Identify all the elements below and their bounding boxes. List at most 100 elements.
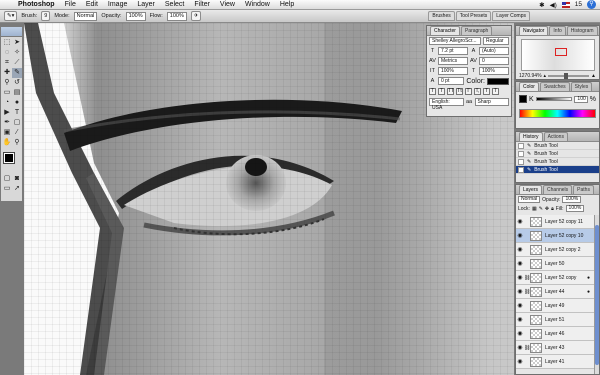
visibility-eye-icon[interactable]: ◉ xyxy=(516,344,524,351)
foreground-color-swatch[interactable] xyxy=(3,152,15,164)
healing-brush-icon[interactable]: ✚ xyxy=(2,68,12,78)
zoom-in-icon[interactable]: ▲ xyxy=(591,73,596,79)
flow-field[interactable]: 100% xyxy=(166,11,187,21)
menu-file[interactable]: File xyxy=(61,0,82,10)
screen-mode-icon[interactable]: ▭ xyxy=(2,184,12,194)
horizontal-scale-field[interactable]: 100% xyxy=(479,67,509,75)
spotlight-icon[interactable]: ⚲ xyxy=(587,0,596,9)
vertical-scale-field[interactable]: 100% xyxy=(438,67,468,75)
tab-paragraph[interactable]: Paragraph xyxy=(460,26,493,35)
visibility-eye-icon[interactable]: ◉ xyxy=(516,274,524,281)
brush-picker[interactable]: 9 xyxy=(41,11,51,21)
style-underline[interactable]: T xyxy=(483,88,490,95)
type-tool-icon[interactable]: T xyxy=(12,108,22,118)
kerning-field[interactable]: Metrics xyxy=(438,57,468,65)
tools-header[interactable] xyxy=(1,27,22,37)
layer-row[interactable]: ◉ Layer 49 xyxy=(516,299,594,313)
navigator-view-box[interactable] xyxy=(554,48,567,56)
navigator-thumbnail[interactable] xyxy=(520,39,595,71)
well-tab-tool-presets[interactable]: Tool Presets xyxy=(455,11,492,21)
history-brush-icon[interactable]: ↺ xyxy=(12,78,22,88)
layer-row[interactable]: ◉ Layer 51 xyxy=(516,313,594,327)
blur-tool-icon[interactable]: ◔ xyxy=(2,98,12,108)
text-color-swatch[interactable] xyxy=(487,77,509,85)
font-size-field[interactable]: 7.2 pt xyxy=(438,47,468,55)
antialias-select[interactable]: Sharp xyxy=(474,98,509,106)
lock-position-icon[interactable]: ✥ xyxy=(545,206,549,212)
tab-color[interactable]: Color xyxy=(519,82,539,91)
leading-field[interactable]: (Auto) xyxy=(479,47,509,55)
history-item[interactable]: ✎ Brush Tool xyxy=(516,158,599,166)
mode-select[interactable]: Normal xyxy=(73,11,98,21)
menu-select[interactable]: Select xyxy=(161,0,190,10)
tab-layers[interactable]: Layers xyxy=(519,185,543,194)
volume-icon[interactable]: ◀) xyxy=(550,1,557,9)
layers-scroll-thumb[interactable] xyxy=(595,225,599,365)
tab-actions[interactable]: Actions xyxy=(543,132,568,141)
menu-window[interactable]: Window xyxy=(241,0,276,10)
tab-character[interactable]: Character xyxy=(430,26,460,35)
airbrush-icon[interactable]: ✈ xyxy=(190,11,202,21)
layer-row[interactable]: ◉ Layer 52 copy 2 xyxy=(516,243,594,257)
layer-row[interactable]: ◉ Layer 46 xyxy=(516,327,594,341)
lasso-tool-icon[interactable]: ◌ xyxy=(2,48,12,58)
menu-edit[interactable]: Edit xyxy=(82,0,104,10)
pen-tool-icon[interactable]: ✒ xyxy=(2,118,12,128)
zoom-tool-icon[interactable]: ⚲ xyxy=(12,138,22,148)
layer-style-icon[interactable]: ● xyxy=(587,275,594,281)
visibility-eye-icon[interactable]: ◉ xyxy=(516,246,524,253)
font-family-select[interactable]: Shelley AllegroScr... xyxy=(429,37,481,45)
imageready-icon[interactable]: ➚ xyxy=(12,184,22,194)
tab-histogram[interactable]: Histogram xyxy=(566,26,598,35)
menu-badge[interactable]: 15 xyxy=(575,1,582,8)
menu-view[interactable]: View xyxy=(216,0,241,10)
eraser-icon[interactable]: ▭ xyxy=(2,88,12,98)
tracking-field[interactable]: 0 xyxy=(479,57,509,65)
layer-row[interactable]: ◉ Layer 41 xyxy=(516,355,594,369)
lock-all-icon[interactable]: 🔒︎ xyxy=(551,206,554,212)
visibility-eye-icon[interactable]: ◉ xyxy=(516,358,524,365)
channel-value[interactable]: 100 xyxy=(573,95,588,103)
visibility-eye-icon[interactable]: ◉ xyxy=(516,260,524,267)
style-subscript[interactable]: T, xyxy=(474,88,481,95)
history-item-current[interactable]: ✎ Brush Tool xyxy=(516,166,599,174)
tab-paths[interactable]: Paths xyxy=(573,185,594,194)
tab-swatches[interactable]: Swatches xyxy=(539,82,570,91)
lock-image-icon[interactable]: ✎ xyxy=(539,206,543,212)
channel-slider[interactable] xyxy=(535,97,572,101)
clone-stamp-icon[interactable]: ⚲ xyxy=(2,78,12,88)
style-all-caps[interactable]: TT xyxy=(447,88,454,95)
well-tab-brushes[interactable]: Brushes xyxy=(428,11,455,21)
slice-tool-icon[interactable]: ⟋ xyxy=(12,58,22,68)
tab-info[interactable]: Info xyxy=(549,26,566,35)
input-flag-icon[interactable] xyxy=(561,1,570,8)
magic-wand-icon[interactable]: ✧ xyxy=(12,48,22,58)
move-tool-icon[interactable]: ➤ xyxy=(12,38,22,48)
menu-help[interactable]: Help xyxy=(276,0,300,10)
color-spectrum-ramp[interactable] xyxy=(519,109,596,118)
blend-mode-select[interactable]: Normal xyxy=(518,196,541,203)
language-select[interactable]: English: USA xyxy=(429,98,464,111)
tab-styles[interactable]: Styles xyxy=(570,82,593,91)
color-chip[interactable] xyxy=(519,95,527,103)
menu-filter[interactable]: Filter xyxy=(190,0,216,10)
layer-row-selected[interactable]: ◉ Layer 52 copy 10 xyxy=(516,229,594,243)
standard-mode-icon[interactable]: ▢ xyxy=(2,174,12,184)
shape-tool-icon[interactable]: ▢ xyxy=(12,118,22,128)
menu-app-name[interactable]: Photoshop xyxy=(14,0,61,10)
tab-history[interactable]: History xyxy=(519,132,543,141)
history-source-box[interactable] xyxy=(518,142,524,149)
layer-opacity-field[interactable]: 100% xyxy=(562,196,582,203)
bluetooth-icon[interactable]: ✱ xyxy=(539,1,544,9)
tab-navigator[interactable]: Navigator xyxy=(519,26,549,35)
layer-row[interactable]: ◉ Layer 50 xyxy=(516,257,594,271)
history-source-box[interactable] xyxy=(518,166,524,173)
layer-row[interactable]: ◉ ⛓ Layer 52 copy ● xyxy=(516,271,594,285)
quick-mask-icon[interactable]: ◙ xyxy=(12,174,22,184)
tab-channels[interactable]: Channels xyxy=(543,185,573,194)
well-tab-layer-comps[interactable]: Layer Comps xyxy=(492,11,530,21)
layer-fill-field[interactable]: 100% xyxy=(565,205,585,212)
zoom-slider-knob[interactable] xyxy=(564,73,569,79)
visibility-eye-icon[interactable]: ◉ xyxy=(516,316,524,323)
visibility-eye-icon[interactable]: ◉ xyxy=(516,302,524,309)
